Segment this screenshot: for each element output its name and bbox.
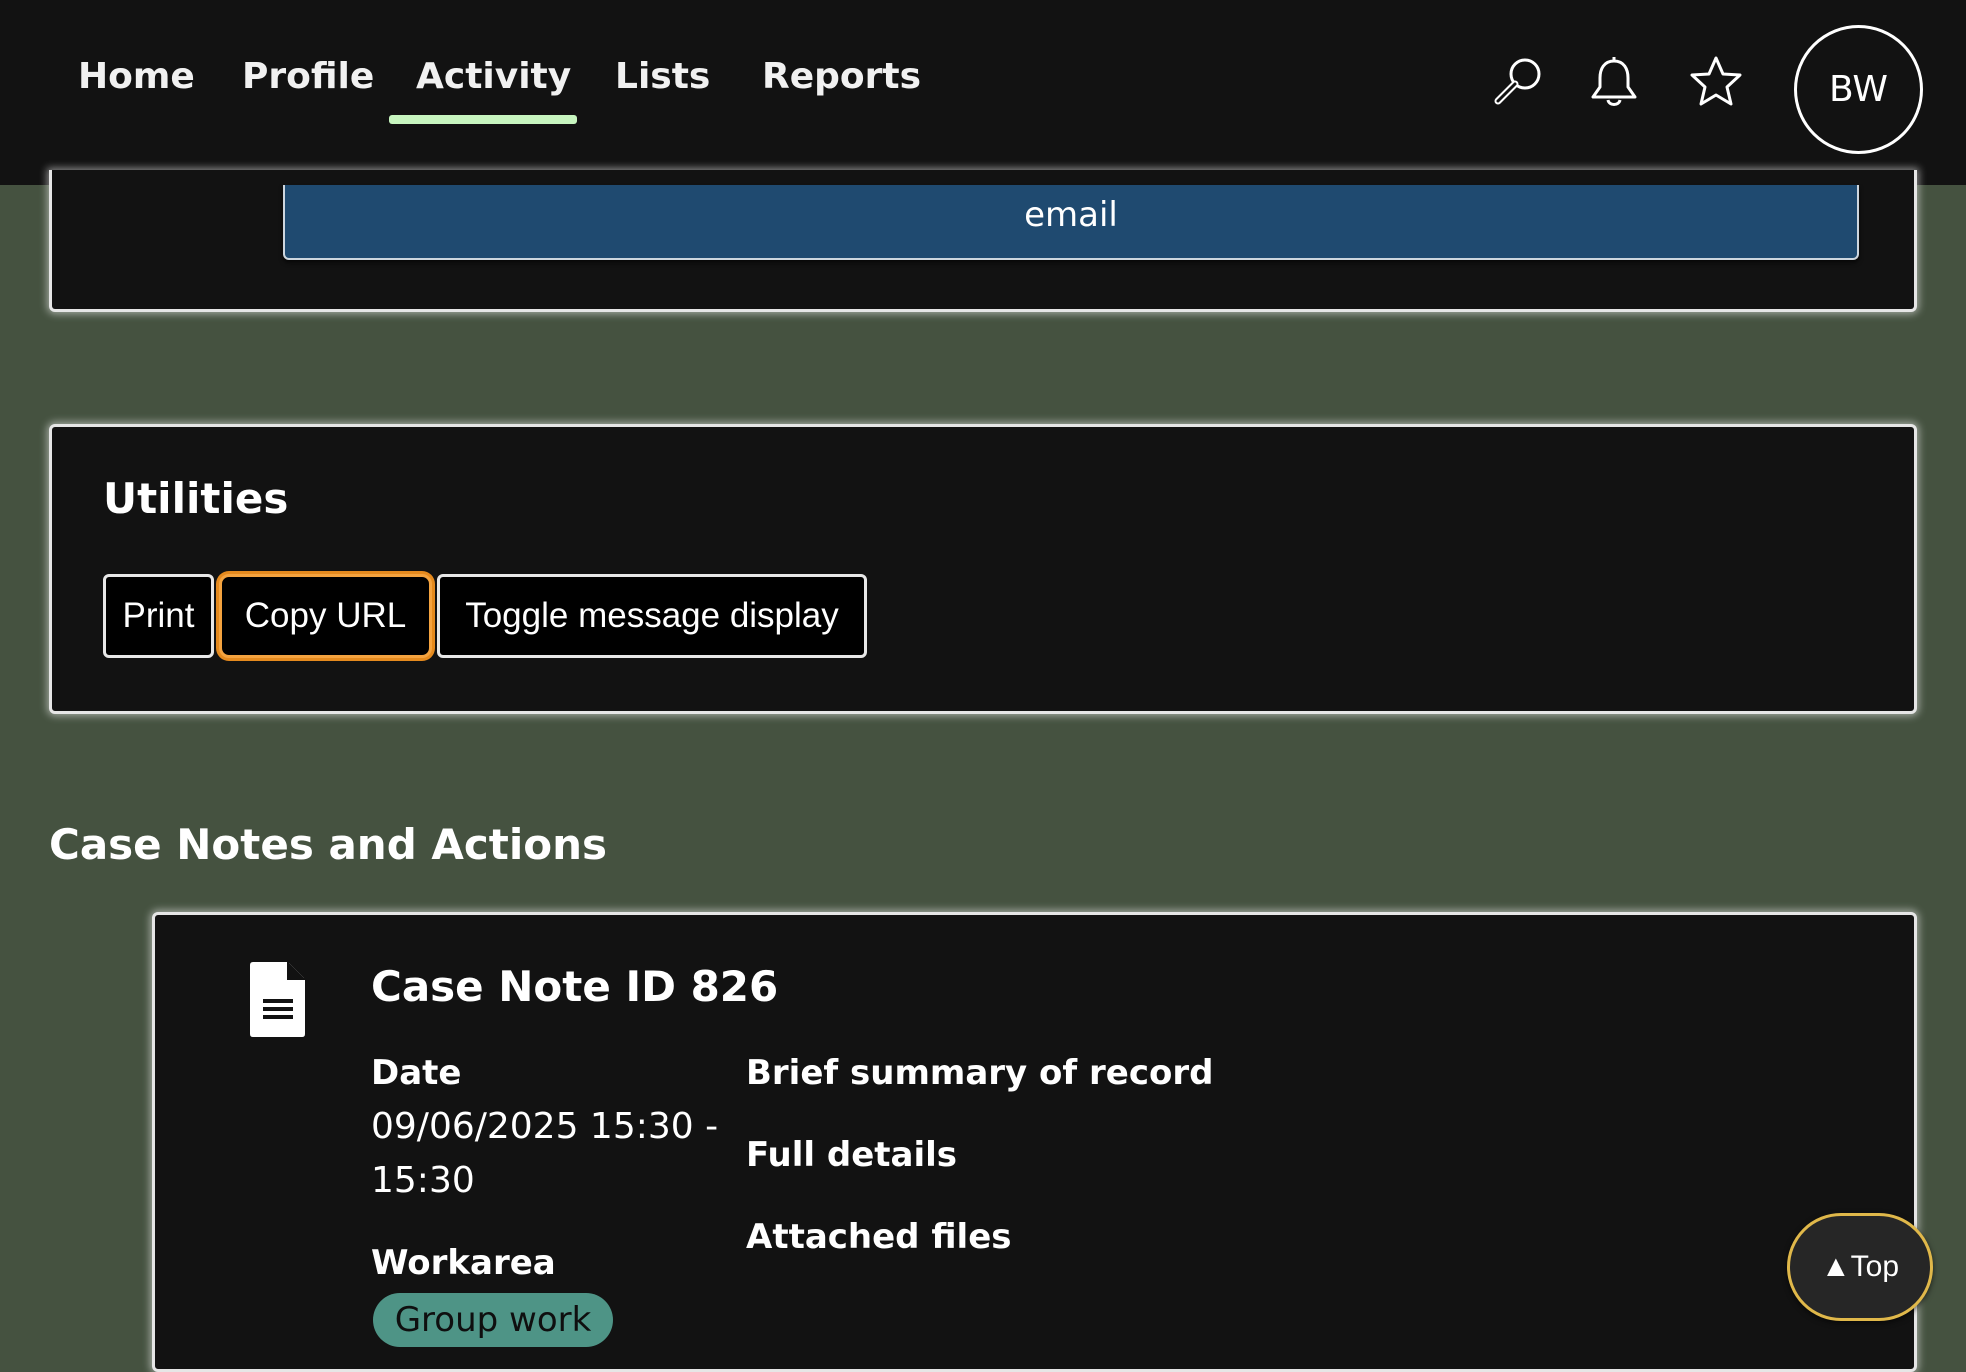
full-details-label: Full details	[746, 1135, 958, 1175]
top-navigation-bar: Home Profile Activity Lists Reports BW	[0, 0, 1966, 185]
copy-url-button[interactable]: Copy URL	[219, 574, 432, 658]
date-label: Date	[371, 1053, 462, 1093]
toggle-message-display-button[interactable]: Toggle message display	[437, 574, 867, 658]
nav-lists[interactable]: Lists	[615, 56, 710, 97]
nav-home[interactable]: Home	[78, 56, 195, 97]
email-button-label: email	[1024, 195, 1118, 235]
document-icon	[250, 962, 308, 1037]
workarea-label: Workarea	[371, 1243, 556, 1283]
utilities-title: Utilities	[103, 474, 289, 523]
date-value: 09/06/2025 15:30 - 15:30	[371, 1106, 719, 1201]
back-to-top-button[interactable]: ▲Top	[1787, 1213, 1933, 1321]
nav-reports[interactable]: Reports	[762, 56, 921, 97]
utilities-card	[49, 424, 1917, 714]
print-button[interactable]: Print	[103, 574, 214, 658]
email-button[interactable]: email	[283, 185, 1859, 260]
star-icon[interactable]	[1687, 53, 1745, 111]
summary-label: Brief summary of record	[746, 1053, 1214, 1093]
bell-icon[interactable]	[1585, 53, 1643, 111]
case-note-title: Case Note ID 826	[371, 962, 779, 1011]
nav-activity[interactable]: Activity	[416, 56, 571, 97]
search-icon[interactable]	[1490, 53, 1548, 111]
active-tab-indicator	[389, 115, 577, 124]
workarea-badge: Group work	[373, 1293, 613, 1347]
attached-files-label: Attached files	[746, 1217, 1012, 1257]
user-avatar[interactable]: BW	[1794, 25, 1923, 154]
case-notes-heading: Case Notes and Actions	[49, 820, 608, 869]
nav-profile[interactable]: Profile	[242, 56, 374, 97]
